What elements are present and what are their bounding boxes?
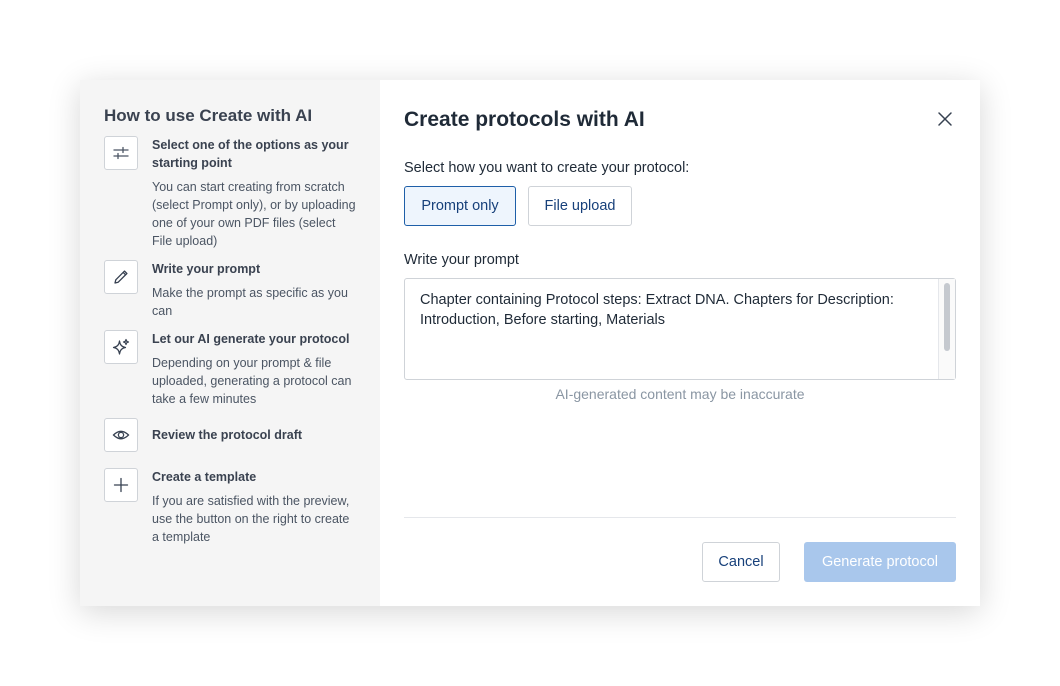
step-heading: Create a template <box>152 470 257 484</box>
sparkle-icon <box>104 330 138 364</box>
sidebar-title: How to use Create with AI <box>104 106 313 125</box>
close-icon <box>938 112 952 126</box>
step-description: Make the prompt as specific as you can <box>152 286 348 318</box>
prompt-only-option[interactable]: Prompt only <box>404 186 516 226</box>
prompt-textarea[interactable]: Chapter containing Protocol steps: Extra… <box>404 278 956 380</box>
step-description: You can start creating from scratch (sel… <box>152 180 356 248</box>
ai-disclaimer: AI-generated content may be inaccurate <box>555 386 805 402</box>
step-description: If you are satisfied with the preview, u… <box>152 494 350 544</box>
close-button[interactable] <box>934 108 956 130</box>
step-review-draft: Review the protocol draft <box>104 418 356 452</box>
step-heading: Select one of the options as your starti… <box>152 138 349 170</box>
create-with-ai-dialog: How to use Create with AI Select one of … <box>80 80 980 606</box>
footer-divider <box>404 517 956 518</box>
dialog-main: Create protocols with AI Select how you … <box>380 80 980 606</box>
help-sidebar: How to use Create with AI Select one of … <box>80 80 380 606</box>
generate-protocol-button[interactable]: Generate protocol <box>804 542 956 582</box>
pencil-icon <box>104 260 138 294</box>
scrollbar-thumb[interactable] <box>944 283 950 351</box>
step-ai-generate: Let our AI generate your protocol Depend… <box>104 330 356 408</box>
step-create-template: Create a template If you are satisfied w… <box>104 468 356 546</box>
step-heading: Review the protocol draft <box>152 428 303 442</box>
textarea-scrollbar[interactable] <box>938 279 955 379</box>
file-upload-option[interactable]: File upload <box>528 186 632 226</box>
sliders-icon <box>104 136 138 170</box>
plus-icon <box>104 468 138 502</box>
step-heading: Let our AI generate your protocol <box>152 332 350 346</box>
dialog-title: Create protocols with AI <box>404 108 645 131</box>
step-select-option: Select one of the options as your starti… <box>104 136 356 250</box>
prompt-text[interactable]: Chapter containing Protocol steps: Extra… <box>420 290 929 330</box>
step-heading: Write your prompt <box>152 262 261 276</box>
step-write-prompt: Write your prompt Make the prompt as spe… <box>104 260 356 320</box>
creation-mode-label: Select how you want to create your proto… <box>404 160 690 176</box>
cancel-button[interactable]: Cancel <box>702 542 780 582</box>
eye-icon <box>104 418 138 452</box>
prompt-label: Write your prompt <box>404 252 519 268</box>
step-description: Depending on your prompt & file uploaded… <box>152 356 352 406</box>
